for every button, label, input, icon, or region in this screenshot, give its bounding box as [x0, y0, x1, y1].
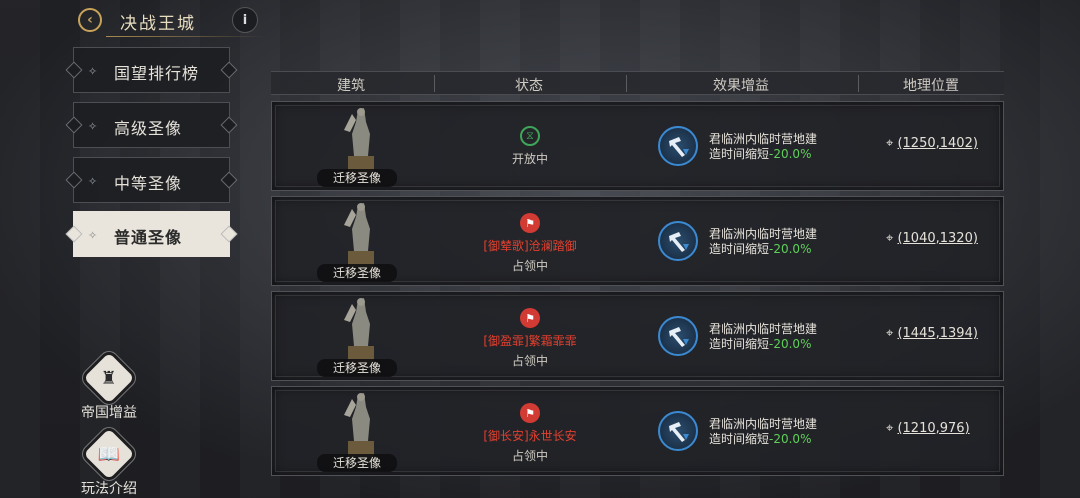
table-row: 迁移圣像 ⚑ [御辇歌]沧澜踏御 占领中 君临洲内临时营地建 造时间缩短-20.… — [271, 196, 1004, 286]
effect-line-2: 造时间缩短-20.0% — [709, 432, 817, 447]
column-header-building: 建筑 — [337, 78, 365, 94]
effect-line-1: 君临洲内临时营地建 — [709, 417, 818, 431]
status-text: 占领中 — [511, 449, 549, 463]
title-underline — [106, 36, 266, 37]
effect-percentage: -20.0% — [769, 432, 812, 446]
effect-line-2-text: 造时间缩短 — [709, 432, 770, 446]
effect-text: 君临洲内临时营地建 造时间缩短-20.0% — [709, 132, 817, 162]
occupier-name: [御长安]永世长安 — [483, 429, 577, 443]
location-link[interactable]: ⌖ (1040,1320) — [886, 231, 978, 246]
effect-line-2-text: 造时间缩短 — [709, 147, 770, 161]
location-link[interactable]: ⌖ (1210,976) — [886, 421, 970, 436]
location-pin-icon: ⌖ — [886, 421, 894, 436]
location-coordinates: (1210,976) — [897, 421, 970, 436]
back-button[interactable]: ‹ — [78, 8, 102, 32]
empire-bonus-button[interactable]: ♜ 帝国增益 — [74, 352, 144, 422]
sidebar-item-label: 高级圣像 — [114, 119, 183, 138]
status-text: 占领中 — [511, 354, 549, 368]
sidebar-item-label: 普通圣像 — [114, 228, 183, 247]
location-pin-icon: ⌖ — [886, 326, 894, 341]
column-divider — [434, 75, 435, 92]
effect-line-2: 造时间缩短-20.0% — [709, 337, 817, 352]
sidebar-item-ranking[interactable]: ✧ 国望排行榜 — [73, 47, 230, 93]
column-header-effect: 效果增益 — [713, 78, 769, 94]
top-bar: ‹ 决战王城 i — [0, 0, 1080, 40]
effect-text: 君临洲内临时营地建 造时间缩短-20.0% — [709, 417, 817, 447]
sidebar-item-normal-statue[interactable]: ✧ 普通圣像 — [73, 211, 230, 257]
diamond-icon: ✧ — [88, 120, 98, 133]
location-link[interactable]: ⌖ (1445,1394) — [886, 326, 978, 341]
location-pin-icon: ⌖ — [886, 231, 894, 246]
effect-percentage: -20.0% — [769, 147, 812, 161]
flag-icon: ⚑ — [520, 308, 540, 328]
effect-line-1: 君临洲内临时营地建 — [709, 132, 818, 146]
table-row: 迁移圣像 ⧖ 开放中 君临洲内临时营地建 造时间缩短-20.0% ⌖ (1250… — [271, 101, 1004, 191]
empire-bonus-label: 帝国增益 — [81, 405, 137, 421]
status-text: 占领中 — [511, 259, 549, 273]
table-row: 迁移圣像 ⚑ [御盈霏]繁霜霏霏 占领中 君临洲内临时营地建 造时间缩短-20.… — [271, 291, 1004, 381]
location-link[interactable]: ⌖ (1250,1402) — [886, 136, 978, 151]
book-icon: 📖 — [83, 428, 135, 480]
info-icon: i — [242, 12, 248, 28]
effect-text: 君临洲内临时营地建 造时间缩短-20.0% — [709, 227, 817, 257]
move-statue-button[interactable]: 迁移圣像 — [317, 454, 397, 472]
page-title: 决战王城 — [120, 14, 196, 34]
diamond-icon: ✧ — [88, 229, 98, 242]
effect-line-2-text: 造时间缩短 — [709, 242, 770, 256]
effect-line-2: 造时间缩短-20.0% — [709, 242, 817, 257]
hammer-icon — [658, 126, 698, 166]
gameplay-intro-label: 玩法介绍 — [81, 481, 137, 497]
move-statue-button[interactable]: 迁移圣像 — [317, 264, 397, 282]
gameplay-intro-button[interactable]: 📖 玩法介绍 — [74, 428, 144, 498]
location-coordinates: (1040,1320) — [897, 231, 978, 246]
move-statue-button[interactable]: 迁移圣像 — [317, 359, 397, 377]
back-arrow-icon: ‹ — [87, 12, 93, 28]
table-row: 迁移圣像 ⚑ [御长安]永世长安 占领中 君临洲内临时营地建 造时间缩短-20.… — [271, 386, 1004, 476]
info-button[interactable]: i — [232, 7, 258, 33]
flag-icon: ⚑ — [520, 213, 540, 233]
column-divider — [858, 75, 859, 92]
column-divider — [626, 75, 627, 92]
location-pin-icon: ⌖ — [886, 136, 894, 151]
move-statue-button[interactable]: 迁移圣像 — [317, 169, 397, 187]
occupier-name: [御盈霏]繁霜霏霏 — [483, 334, 577, 348]
effect-line-1: 君临洲内临时营地建 — [709, 227, 818, 241]
effect-line-1: 君临洲内临时营地建 — [709, 322, 818, 336]
sidebar-item-label: 国望排行榜 — [114, 64, 200, 83]
location-coordinates: (1445,1394) — [897, 326, 978, 341]
effect-line-2: 造时间缩短-20.0% — [709, 147, 817, 162]
status-text: 开放中 — [511, 152, 549, 166]
diamond-icon: ✧ — [88, 175, 98, 188]
column-header-status: 状态 — [515, 78, 543, 94]
hammer-icon — [658, 316, 698, 356]
castle-icon: ♜ — [83, 352, 135, 404]
hammer-icon — [658, 221, 698, 261]
sidebar-item-advanced-statue[interactable]: ✧ 高级圣像 — [73, 102, 230, 148]
sidebar-item-medium-statue[interactable]: ✧ 中等圣像 — [73, 157, 230, 203]
sidebar-item-label: 中等圣像 — [114, 174, 183, 193]
effect-text: 君临洲内临时营地建 造时间缩短-20.0% — [709, 322, 817, 352]
location-coordinates: (1250,1402) — [897, 136, 978, 151]
effect-percentage: -20.0% — [769, 242, 812, 256]
flag-icon: ⚑ — [520, 403, 540, 423]
effect-percentage: -20.0% — [769, 337, 812, 351]
hammer-icon — [658, 411, 698, 451]
diamond-icon: ✧ — [88, 65, 98, 78]
occupier-name: [御辇歌]沧澜踏御 — [483, 239, 577, 253]
column-header-location: 地理位置 — [903, 78, 959, 94]
effect-line-2-text: 造时间缩短 — [709, 337, 770, 351]
table-header: 建筑 状态 效果增益 地理位置 — [271, 71, 1004, 95]
hourglass-icon: ⧖ — [520, 126, 540, 146]
